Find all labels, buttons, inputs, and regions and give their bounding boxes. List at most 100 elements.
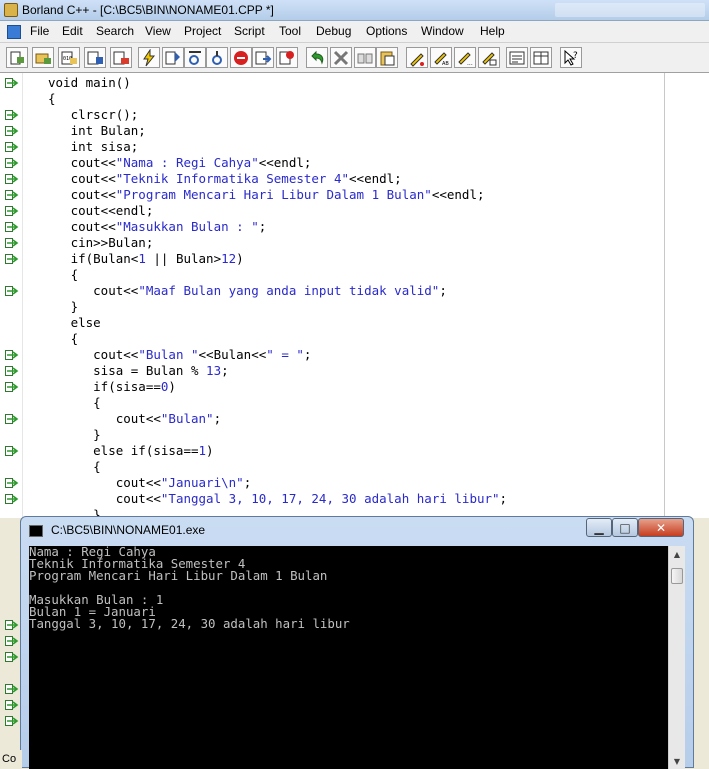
code-line[interactable]: int Bulan; (48, 123, 507, 139)
print-button[interactable] (110, 47, 132, 68)
code-line[interactable]: { (48, 395, 507, 411)
breakpoint-arrow-icon[interactable] (5, 286, 19, 296)
code-line[interactable]: if(sisa==0) (48, 379, 507, 395)
menu-project[interactable]: Project (184, 24, 221, 38)
breakpoint-arrow-icon[interactable] (5, 700, 19, 710)
code-line[interactable]: cin>>Bulan; (48, 235, 507, 251)
breakpoint-arrow-icon[interactable] (5, 254, 19, 264)
breakpoint-arrow-icon[interactable] (5, 478, 19, 488)
breakpoint-arrow-icon[interactable] (5, 206, 19, 216)
code-text[interactable]: void main(){ clrscr(); int Bulan; int si… (48, 75, 507, 523)
open-file-button[interactable] (32, 47, 54, 68)
scroll-up-arrow-icon[interactable]: ▲ (669, 546, 685, 562)
breakpoint-arrow-icon[interactable] (5, 222, 19, 232)
scrollbar-thumb[interactable] (671, 568, 683, 584)
close-button[interactable]: ✕ (638, 518, 684, 537)
menu-view[interactable]: View (145, 24, 171, 38)
breakpoint-arrow-icon[interactable] (5, 652, 19, 662)
breakpoint-arrow-icon[interactable] (5, 636, 19, 646)
menu-script[interactable]: Script (234, 24, 265, 38)
code-line[interactable]: int sisa; (48, 139, 507, 155)
console-title: C:\BC5\BIN\NONAME01.exe (51, 523, 206, 537)
breakpoint-arrow-icon[interactable] (5, 684, 19, 694)
new-file-button[interactable] (6, 47, 28, 68)
code-line[interactable]: void main() (48, 75, 507, 91)
code-line[interactable]: { (48, 459, 507, 475)
code-line[interactable]: cout<<endl; (48, 203, 507, 219)
code-line[interactable]: else (48, 315, 507, 331)
console-output-area[interactable]: Nama : Regi Cahya Teknik Informatika Sem… (29, 545, 685, 769)
inspect-button[interactable]: ... (454, 47, 476, 68)
message-window-button[interactable] (506, 47, 528, 68)
menu-file[interactable]: File (30, 24, 49, 38)
code-line[interactable]: cout<<"Masukkan Bulan : "; (48, 219, 507, 235)
breakpoint-arrow-icon[interactable] (5, 494, 19, 504)
save-file-button[interactable]: 010 (58, 47, 80, 68)
code-line[interactable]: cout<<"Program Mencari Hari Libur Dalam … (48, 187, 507, 203)
menu-edit[interactable]: Edit (62, 24, 83, 38)
code-line[interactable]: cout<<"Maaf Bulan yang anda input tidak … (48, 283, 507, 299)
breakpoint-arrow-icon[interactable] (5, 110, 19, 120)
menu-debug[interactable]: Debug (316, 24, 351, 38)
copy-button[interactable] (354, 47, 376, 68)
code-line[interactable]: cout<<"Januari\n"; (48, 475, 507, 491)
menu-help[interactable]: Help (480, 24, 505, 38)
goto-button[interactable] (252, 47, 274, 68)
help-topic-button[interactable]: ? (560, 47, 582, 68)
breakpoint-arrow-icon[interactable] (5, 446, 19, 456)
compile-button[interactable] (138, 47, 160, 68)
code-line[interactable]: { (48, 267, 507, 283)
menu-window[interactable]: Window (421, 24, 464, 38)
scroll-down-arrow-icon[interactable]: ▼ (669, 753, 685, 769)
code-editor[interactable]: void main(){ clrscr(); int Bulan; int si… (0, 73, 709, 522)
breakpoint-arrow-icon[interactable] (5, 350, 19, 360)
code-line[interactable]: { (48, 91, 507, 107)
cut-button[interactable] (330, 47, 352, 68)
menu-tool[interactable]: Tool (279, 24, 301, 38)
code-line[interactable]: { (48, 331, 507, 347)
code-line[interactable]: clrscr(); (48, 107, 507, 123)
breakpoint-arrow-icon[interactable] (5, 126, 19, 136)
breakpoint-arrow-icon[interactable] (5, 620, 19, 630)
watch-button[interactable] (478, 47, 500, 68)
evaluate-button[interactable]: AB (430, 47, 452, 68)
code-line[interactable]: } (48, 299, 507, 315)
code-line[interactable]: cout<<"Bulan"; (48, 411, 507, 427)
project-window-button[interactable] (530, 47, 552, 68)
breakpoint-arrow-icon[interactable] (5, 190, 19, 200)
document-system-icon[interactable] (7, 25, 21, 39)
toggle-breakpoint-button[interactable] (406, 47, 428, 68)
breakpoint-arrow-icon[interactable] (5, 78, 19, 88)
code-line[interactable]: cout<<"Teknik Informatika Semester 4"<<e… (48, 171, 507, 187)
breakpoint-arrow-icon[interactable] (5, 158, 19, 168)
run-button[interactable] (162, 47, 184, 68)
code-line[interactable]: } (48, 427, 507, 443)
breakpoint-arrow-icon[interactable] (5, 414, 19, 424)
make-button[interactable] (84, 47, 106, 68)
code-line[interactable]: cout<<"Tanggal 3, 10, 17, 24, 30 adalah … (48, 491, 507, 507)
code-line[interactable]: if(Bulan<1 || Bulan>12) (48, 251, 507, 267)
breakpoint-arrow-icon[interactable] (5, 174, 19, 184)
menu-search[interactable]: Search (96, 24, 134, 38)
breakpoint-arrow-icon[interactable] (5, 716, 19, 726)
trace-into-button[interactable] (206, 47, 228, 68)
menu-options[interactable]: Options (366, 24, 407, 38)
breakpoint-arrow-icon[interactable] (5, 382, 19, 392)
code-line[interactable]: cout<<"Bulan "<<Bulan<<" = "; (48, 347, 507, 363)
breakpoint-arrow-icon[interactable] (5, 238, 19, 248)
find-button[interactable] (276, 47, 298, 68)
maximize-button[interactable]: □ (612, 518, 638, 537)
code-line[interactable]: else if(sisa==1) (48, 443, 507, 459)
minimize-button[interactable]: ▁ (586, 518, 612, 537)
paste-button[interactable] (376, 47, 398, 68)
code-line[interactable]: cout<<"Nama : Regi Cahya"<<endl; (48, 155, 507, 171)
breakpoint-gutter[interactable] (0, 73, 22, 518)
code-line[interactable]: sisa = Bulan % 13; (48, 363, 507, 379)
step-over-button[interactable] (184, 47, 206, 68)
breakpoint-arrow-icon[interactable] (5, 366, 19, 376)
console-scrollbar[interactable]: ▲ ▼ (668, 546, 685, 769)
stop-button[interactable] (230, 47, 252, 68)
console-window[interactable]: C:\BC5\BIN\NONAME01.exe ▁ □ ✕ Nama : Reg… (20, 516, 694, 769)
breakpoint-arrow-icon[interactable] (5, 142, 19, 152)
undo-button[interactable] (306, 47, 328, 68)
